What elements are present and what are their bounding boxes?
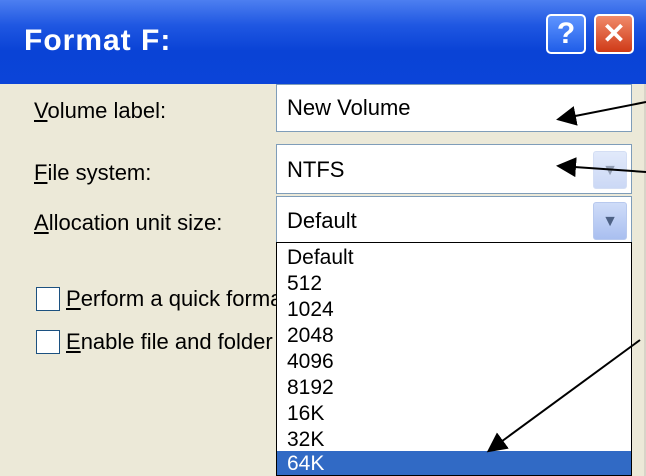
arrow-to-file-system — [556, 157, 646, 178]
arrow-to-64k — [486, 339, 641, 453]
arrow-to-volume-label — [556, 101, 646, 126]
annotation-arrows — [486, 101, 646, 453]
